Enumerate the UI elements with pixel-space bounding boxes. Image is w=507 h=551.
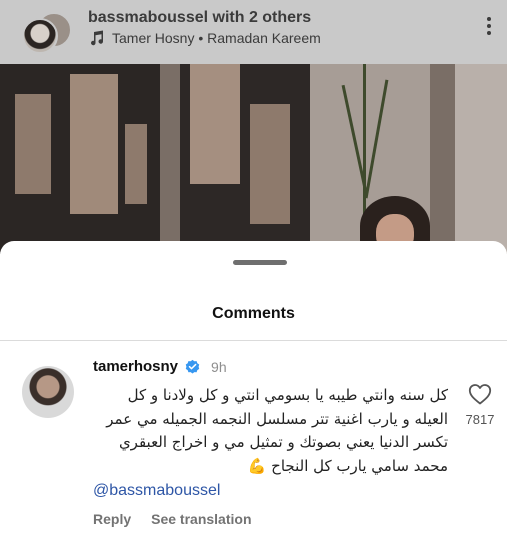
- see-translation-button[interactable]: See translation: [151, 511, 251, 527]
- comment-header: tamerhosny 9h: [93, 358, 227, 375]
- divider: [0, 340, 507, 341]
- commenter-avatar[interactable]: [22, 366, 74, 418]
- music-note-icon: [91, 30, 104, 46]
- wall-panel: [455, 64, 507, 254]
- post-header: bassmaboussel with 2 others Tamer Hosny …: [0, 0, 507, 64]
- mention-link[interactable]: @bassmaboussel: [93, 482, 220, 500]
- comment-username[interactable]: tamerhosny: [93, 358, 178, 375]
- comment-actions: Reply See translation: [93, 511, 252, 527]
- reply-button[interactable]: Reply: [93, 511, 131, 527]
- post-avatars[interactable]: [22, 12, 74, 56]
- comment-text: كل سنه وانتي طيبه يا بسومي انتي و كل ولا…: [106, 386, 448, 475]
- like-control: 7817: [463, 383, 497, 427]
- verified-badge-icon: [185, 359, 200, 374]
- post-music[interactable]: Tamer Hosny • Ramadan Kareem: [88, 29, 321, 47]
- post-author[interactable]: bassmaboussel with 2 others: [88, 9, 311, 27]
- plant: [335, 64, 395, 214]
- comments-sheet: Comments tamerhosny 9h كل سنه وانتي طيبه…: [0, 241, 507, 551]
- heart-icon[interactable]: [468, 383, 492, 405]
- drag-handle[interactable]: [233, 260, 287, 265]
- post-image: [0, 64, 507, 254]
- comment-time: 9h: [211, 358, 227, 375]
- more-options-icon[interactable]: [483, 14, 495, 42]
- sheet-title: Comments: [212, 305, 295, 322]
- like-count: 7817: [465, 412, 495, 427]
- music-label: Tamer Hosny • Ramadan Kareem: [112, 30, 321, 46]
- avatar: [22, 18, 58, 54]
